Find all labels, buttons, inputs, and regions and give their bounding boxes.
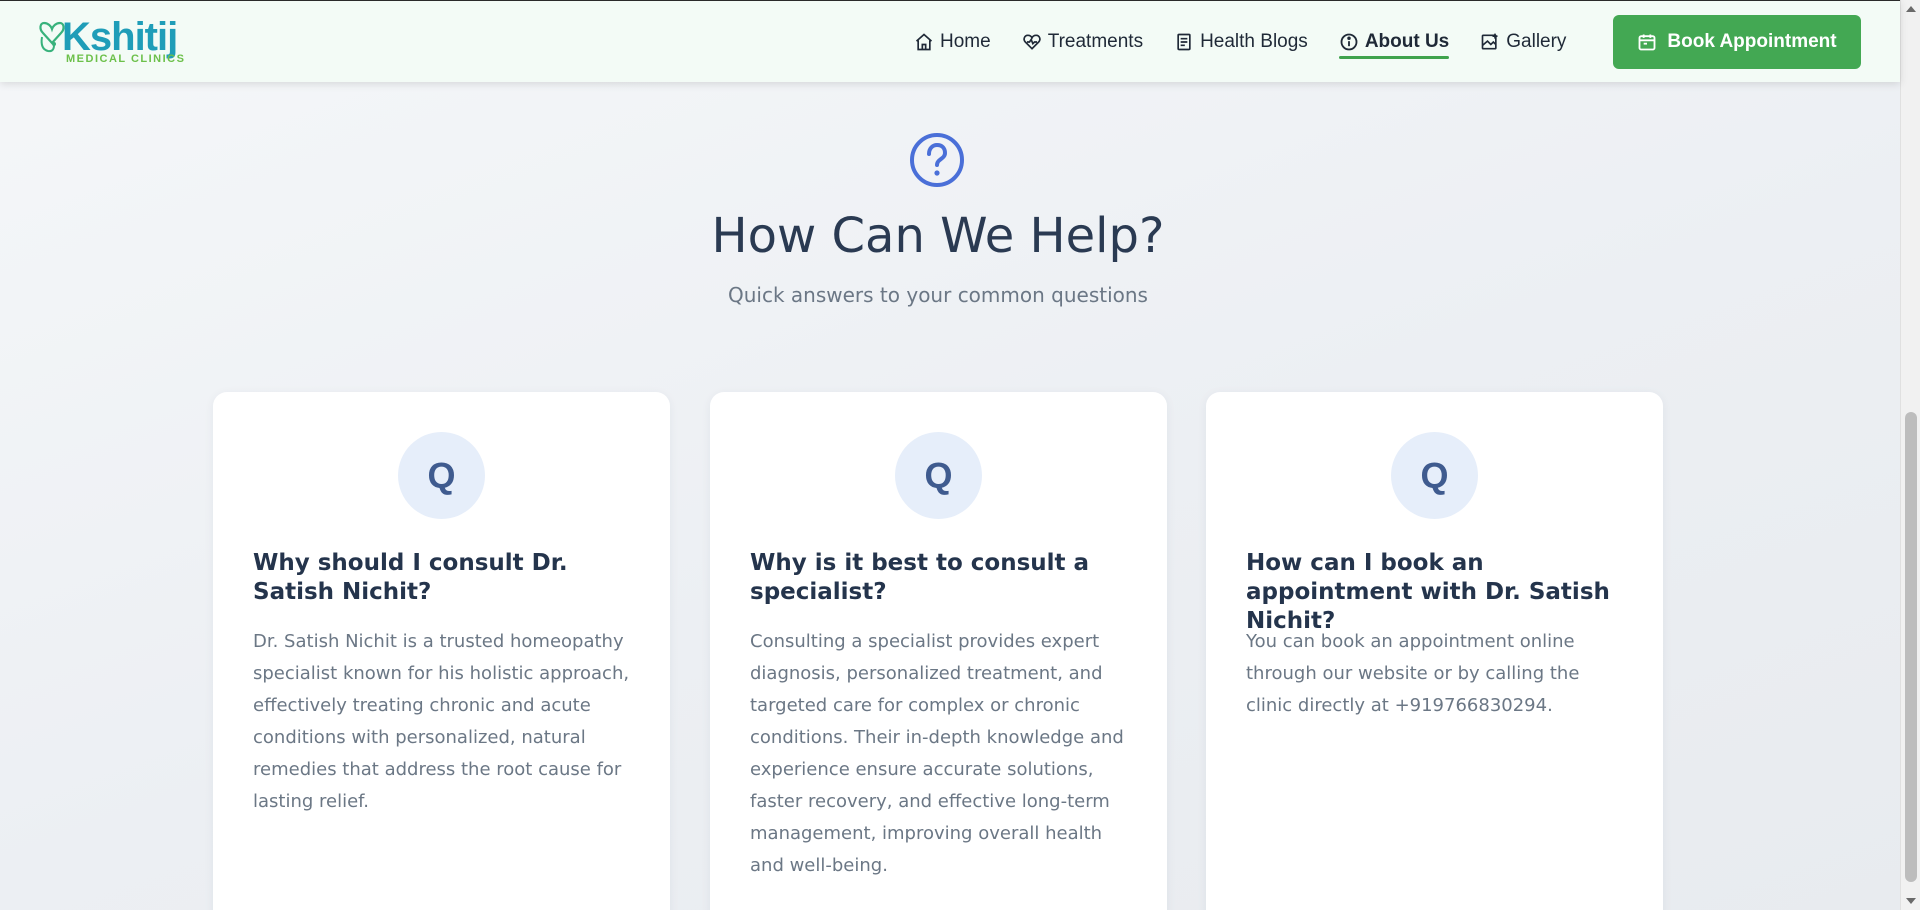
- page: Kshitij MEDICAL CLINICS Home Treatments …: [0, 0, 1920, 910]
- vertical-scrollbar[interactable]: [1900, 0, 1920, 910]
- clinic-logo[interactable]: Kshitij MEDICAL CLINICS: [38, 15, 188, 67]
- q-badge-icon: Q: [1391, 432, 1478, 519]
- faq-answer: You can book an appointment online throu…: [1246, 631, 1580, 716]
- site-header: Kshitij MEDICAL CLINICS Home Treatments …: [0, 0, 1900, 82]
- info-icon: [1340, 33, 1358, 51]
- faq-question: Why should I consult Dr. Satish Nichit?: [253, 550, 568, 605]
- heart-pulse-icon: [1023, 34, 1041, 50]
- faq-answer: Consulting a specialist provides expert …: [750, 631, 1124, 876]
- faq-question: Why is it best to consult a specialist?: [750, 550, 1090, 605]
- nav-item-home[interactable]: Home: [914, 22, 991, 62]
- calendar-icon: [1638, 34, 1656, 51]
- faq-cards: Q Why should I consult Dr. Satish Nichit…: [213, 392, 1663, 910]
- book-appointment-button[interactable]: Book Appointment: [1613, 15, 1861, 69]
- q-badge-icon: Q: [398, 432, 485, 519]
- faq-answer: Dr. Satish Nichit is a trusted homeopath…: [253, 631, 630, 812]
- nav-label: Health Blogs: [1200, 31, 1308, 52]
- scrollbar-thumb[interactable]: [1905, 412, 1917, 882]
- nav-item-health-blogs[interactable]: Health Blogs: [1174, 22, 1308, 62]
- scroll-up-arrow-icon[interactable]: [1901, 0, 1920, 18]
- home-icon: [915, 33, 933, 51]
- nav-label: Home: [940, 31, 991, 52]
- image-icon: [1481, 33, 1498, 50]
- nav-item-gallery[interactable]: Gallery: [1480, 22, 1566, 62]
- section-title: How Can We Help?: [711, 208, 1165, 264]
- faq-card: Q Why should I consult Dr. Satish Nichit…: [213, 392, 670, 910]
- q-badge-icon: Q: [895, 432, 982, 519]
- section-subtitle: Quick answers to your common questions: [728, 283, 1148, 307]
- faq-card: Q Why is it best to consult a specialist…: [710, 392, 1167, 910]
- faq-question: How can I book an appointment with Dr. S…: [1246, 550, 1610, 634]
- nav-label: Gallery: [1506, 31, 1567, 52]
- nav-item-about-us[interactable]: About Us: [1338, 22, 1450, 62]
- nav-item-treatments[interactable]: Treatments: [1022, 22, 1143, 62]
- nav-label: Treatments: [1047, 31, 1144, 52]
- book-appointment-label: Book Appointment: [1667, 31, 1837, 52]
- document-icon: [1177, 33, 1191, 51]
- main-nav: Home Treatments Health Blogs About Us Ga…: [914, 1, 1597, 83]
- faq-card: Q How can I book an appointment with Dr.…: [1206, 392, 1663, 910]
- logo-tagline: MEDICAL CLINICS: [66, 53, 186, 65]
- scroll-down-arrow-icon[interactable]: [1901, 892, 1920, 910]
- question-circle-icon: [910, 133, 964, 187]
- nav-label: About Us: [1364, 31, 1450, 52]
